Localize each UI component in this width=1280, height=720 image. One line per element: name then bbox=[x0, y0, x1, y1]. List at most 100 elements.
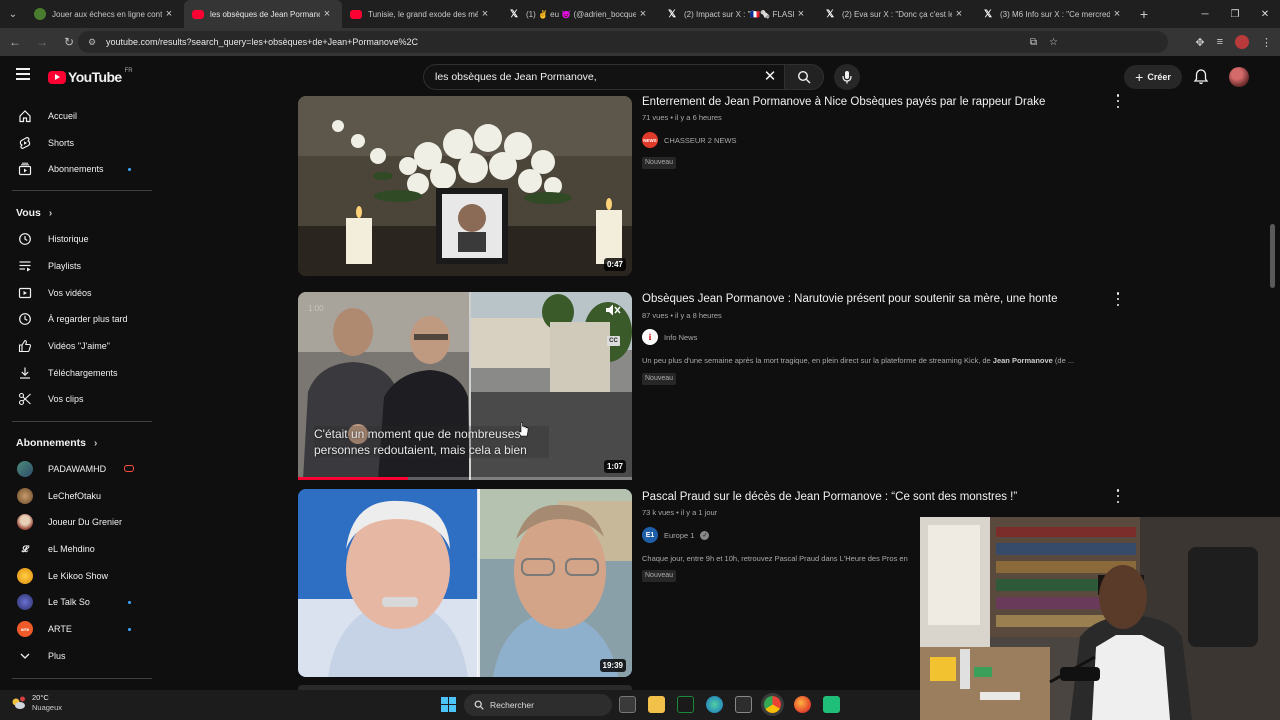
tab-search-button[interactable]: ⌄ bbox=[0, 0, 26, 28]
voice-search-button[interactable] bbox=[834, 64, 860, 90]
account-avatar[interactable] bbox=[1229, 67, 1249, 87]
search-input[interactable]: les obsèques de Jean Pormanove, bbox=[423, 64, 784, 90]
video-channel[interactable]: NEWS CHASSEUR 2 NEWS bbox=[642, 132, 737, 148]
captions-icon[interactable]: CC bbox=[607, 336, 620, 346]
weather-condition: Nuageux bbox=[32, 703, 63, 712]
create-button[interactable]: + Créer bbox=[1124, 65, 1182, 89]
x-icon: 𝕏 bbox=[667, 8, 677, 20]
windows-start-icon[interactable] bbox=[441, 697, 456, 712]
sidebar-item-label: À regarder plus tard bbox=[48, 314, 128, 324]
webcam-overlay bbox=[920, 517, 1280, 720]
preview-progress-track[interactable] bbox=[298, 477, 632, 480]
chrome-browser-icon[interactable] bbox=[764, 696, 781, 713]
muted-icon[interactable] bbox=[605, 303, 621, 317]
sidebar-you-heading[interactable]: Vous › bbox=[16, 207, 52, 219]
close-icon[interactable]: × bbox=[1110, 8, 1124, 20]
close-icon[interactable]: × bbox=[320, 8, 334, 20]
video-title[interactable]: Enterrement de Jean Pormanove à Nice Obs… bbox=[642, 96, 1045, 108]
browser-tab[interactable]: 𝕏 (2) Impact sur X : "🇫🇷🗞️ FLASH × bbox=[658, 0, 816, 28]
browser-tab[interactable]: 𝕏 (3) M6 Info sur X : "Ce mercredi × bbox=[974, 0, 1132, 28]
menu-icon[interactable] bbox=[16, 68, 30, 80]
site-info-icon[interactable]: ⚙ bbox=[88, 37, 100, 48]
file-explorer-icon[interactable] bbox=[648, 696, 665, 713]
sidebar-channel[interactable]: Le Talk So bbox=[0, 589, 160, 615]
sidebar-channel[interactable]: 𝓛 eL Mehdino bbox=[0, 536, 160, 562]
clips-icon bbox=[17, 391, 33, 407]
video-thumbnail-preview[interactable]: 1:00 CC C'était un moment que de nombreu… bbox=[298, 292, 632, 480]
taskbar-search-input[interactable]: Rechercher bbox=[464, 694, 612, 716]
channel-avatar bbox=[17, 594, 33, 610]
sidebar-item-home[interactable]: Accueil bbox=[0, 103, 160, 129]
chess-icon bbox=[34, 8, 46, 20]
edge-browser-icon[interactable] bbox=[706, 696, 723, 713]
more-actions-icon[interactable] bbox=[1115, 489, 1121, 503]
sidebar-item-shorts[interactable]: Shorts bbox=[0, 130, 160, 156]
back-icon[interactable]: ← bbox=[3, 30, 27, 54]
sidebar-channel[interactable]: Joueur Du Grenier bbox=[0, 509, 160, 535]
sidebar-item-your-videos[interactable]: Vos vidéos bbox=[0, 280, 160, 306]
close-icon[interactable]: × bbox=[952, 8, 966, 20]
video-title[interactable]: Obsèques Jean Pormanove : Narutovie prés… bbox=[642, 293, 1058, 305]
sidebar-subscriptions-heading[interactable]: Abonnements › bbox=[16, 437, 97, 449]
new-tab-button[interactable]: + bbox=[1132, 6, 1156, 22]
address-bar[interactable]: ⚙ youtube.com/results?search_query=les+o… bbox=[78, 31, 1168, 53]
sidebar-show-more[interactable]: Plus bbox=[0, 643, 160, 669]
sidebar-item-label: Vidéos "J'aime" bbox=[48, 341, 110, 351]
close-icon[interactable]: × bbox=[794, 8, 808, 20]
video-channel[interactable]: E1 Europe 1 ✓ bbox=[642, 527, 710, 543]
firefox-browser-icon[interactable] bbox=[794, 696, 811, 713]
streaming-app-icon[interactable] bbox=[823, 696, 840, 713]
browser-tab[interactable]: 𝕏 (2) Eva sur X : "Donc ça c'est le × bbox=[816, 0, 974, 28]
task-view-icon[interactable] bbox=[619, 696, 636, 713]
page-scrollbar-thumb[interactable] bbox=[1270, 224, 1275, 288]
forward-icon[interactable]: → bbox=[30, 30, 54, 54]
sidebar-item-downloads[interactable]: Téléchargements bbox=[0, 360, 160, 386]
clear-search-icon[interactable]: ✕ bbox=[762, 69, 778, 85]
home-icon bbox=[17, 108, 33, 124]
install-app-icon[interactable]: ⧉ bbox=[1030, 37, 1037, 48]
media-controls-icon[interactable]: ≡ bbox=[1217, 36, 1223, 48]
window-controls: ─ ❐ ✕ bbox=[1190, 0, 1280, 28]
sidebar-item-label: Playlists bbox=[48, 261, 82, 271]
browser-tab[interactable]: Jouer aux échecs en ligne contre × bbox=[26, 0, 184, 28]
preview-time: 1:00 bbox=[308, 304, 324, 313]
description-highlight: Jean Pormanove bbox=[992, 356, 1053, 365]
sidebar-item-liked-videos[interactable]: Vidéos "J'aime" bbox=[0, 333, 160, 359]
sidebar-channel[interactable]: LeChefOtaku bbox=[0, 483, 160, 509]
bookmark-star-icon[interactable]: ☆ bbox=[1049, 37, 1058, 48]
notifications-bell-icon[interactable] bbox=[1192, 68, 1210, 86]
video-channel[interactable]: i Info News bbox=[642, 329, 697, 345]
youtube-logo[interactable]: YouTube FR bbox=[48, 68, 133, 85]
close-icon[interactable]: × bbox=[162, 8, 176, 20]
browser-tab[interactable]: Tunisie, le grand exode des mé × bbox=[342, 0, 500, 28]
sidebar-item-clips[interactable]: Vos clips bbox=[0, 386, 160, 412]
weather-widget[interactable]: 20°C Nuageux bbox=[10, 693, 62, 713]
more-actions-icon[interactable] bbox=[1115, 94, 1121, 108]
sidebar-divider bbox=[12, 421, 152, 422]
sidebar-channel[interactable]: PADAWAMHD bbox=[0, 456, 160, 482]
sidebar-item-watch-later[interactable]: À regarder plus tard bbox=[0, 306, 160, 332]
video-thumbnail[interactable]: 19:39 bbox=[298, 489, 632, 677]
video-title[interactable]: Pascal Praud sur le décès de Jean Porman… bbox=[642, 491, 1017, 503]
sidebar-item-history[interactable]: Historique bbox=[0, 226, 160, 252]
browser-menu-icon[interactable]: ⋮ bbox=[1261, 36, 1272, 49]
close-icon[interactable]: × bbox=[478, 8, 492, 20]
profile-icon[interactable] bbox=[1235, 35, 1249, 49]
browser-tab-active[interactable]: les obsèques de Jean Pormanove × bbox=[184, 0, 342, 28]
microsoft-store-icon[interactable] bbox=[735, 696, 752, 713]
sidebar-item-subscriptions[interactable]: Abonnements bbox=[0, 156, 160, 182]
sidebar-channel[interactable]: arte ARTE bbox=[0, 616, 160, 642]
sidebar-item-playlists[interactable]: Playlists bbox=[0, 253, 160, 279]
restore-icon[interactable]: ❐ bbox=[1220, 0, 1250, 28]
nvidia-app-icon[interactable] bbox=[677, 696, 694, 713]
more-actions-icon[interactable] bbox=[1115, 292, 1121, 306]
extensions-icon[interactable]: ✥ bbox=[1195, 36, 1204, 49]
search-button[interactable] bbox=[784, 64, 824, 90]
close-window-icon[interactable]: ✕ bbox=[1250, 0, 1280, 28]
arte-logo: arte bbox=[17, 621, 33, 637]
close-icon[interactable]: × bbox=[636, 8, 650, 20]
video-thumbnail[interactable]: 0:47 bbox=[298, 96, 632, 276]
sidebar-channel[interactable]: Le Kikoo Show bbox=[0, 563, 160, 589]
minimize-icon[interactable]: ─ bbox=[1190, 0, 1220, 28]
browser-tab[interactable]: 𝕏 (1) ✌️ eu 😈 (@adrien_bocquet × bbox=[500, 0, 658, 28]
